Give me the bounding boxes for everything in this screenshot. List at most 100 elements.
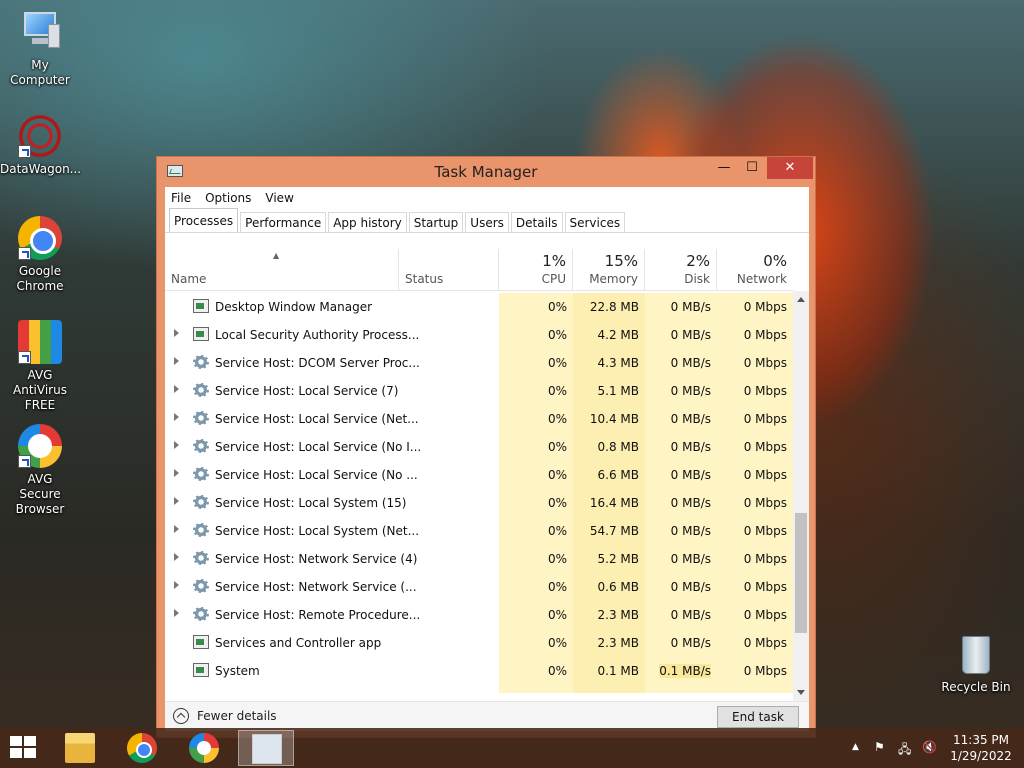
process-disk: 0 MB/s (670, 580, 711, 594)
gear-icon (193, 607, 209, 621)
expand-chevron-icon[interactable] (174, 385, 179, 393)
expand-chevron-icon[interactable] (174, 581, 179, 589)
process-network: 0 Mbps (743, 468, 787, 482)
process-memory: 0.1 MB (597, 664, 639, 678)
fewer-details-button[interactable]: Fewer details (173, 708, 277, 724)
table-row[interactable]: Service Host: Local Service (7) 0% 5.1 MB 0… (165, 377, 793, 405)
table-row[interactable]: Local Security Authority Process... 0% 4.2… (165, 321, 793, 349)
process-network: 0 Mbps (743, 496, 787, 510)
process-memory: 4.2 MB (597, 328, 639, 342)
column-memory[interactable]: 15% Memory (573, 249, 645, 291)
maximize-button[interactable]: ☐ (737, 157, 767, 179)
desktop-icon-my-computer[interactable]: My Computer (0, 10, 80, 88)
expand-chevron-icon[interactable] (174, 525, 179, 533)
table-row[interactable]: Service Host: Remote Procedure... 0% 2.3 M… (165, 601, 793, 629)
table-row[interactable]: Service Host: Local Service (No I... 0% 0.… (165, 433, 793, 461)
process-network: 0 Mbps (743, 412, 787, 426)
taskbar-file-explorer[interactable] (52, 730, 108, 766)
process-network: 0 Mbps (743, 664, 787, 678)
desktop-icon-datawagon[interactable]: DataWagon... (0, 114, 81, 177)
action-center-flag-icon[interactable]: ⚑ (874, 740, 885, 754)
desktop-icon-avg-secure-browser[interactable]: AVG Secure Browser (0, 424, 80, 517)
tab-services[interactable]: Services (564, 212, 626, 232)
column-name[interactable]: ▲ Name (165, 249, 399, 291)
table-row[interactable]: Service Host: Local System (15) 0% 16.4 MB… (165, 489, 793, 517)
minimize-button[interactable]: — (709, 157, 739, 179)
folder-icon (65, 733, 95, 763)
expand-chevron-icon[interactable] (174, 497, 179, 505)
scroll-down-icon[interactable] (797, 690, 805, 695)
expand-chevron-icon[interactable] (174, 609, 179, 617)
table-row[interactable]: Service Host: DCOM Server Proc... 0% 4.3 M… (165, 349, 793, 377)
expand-chevron-icon[interactable] (174, 469, 179, 477)
process-name: Service Host: DCOM Server Proc... (215, 356, 420, 370)
window-icon (193, 635, 209, 649)
process-name: Desktop Window Manager (215, 300, 373, 314)
close-button[interactable]: ✕ (767, 157, 813, 179)
column-disk[interactable]: 2% Disk (645, 249, 717, 291)
menu-view[interactable]: View (265, 187, 301, 209)
taskbar-task-manager[interactable] (238, 730, 294, 766)
start-button[interactable] (10, 736, 38, 760)
scroll-up-icon[interactable] (797, 297, 805, 302)
title-bar[interactable]: Task Manager — ☐ ✕ (157, 157, 815, 187)
tab-startup[interactable]: Startup (408, 212, 464, 232)
table-row[interactable]: Service Host: Local Service (No ... 0% 6.6… (165, 461, 793, 489)
memory-total: 15% (604, 252, 638, 270)
task-manager-icon (252, 734, 282, 764)
column-status[interactable]: Status (399, 249, 499, 291)
table-row[interactable]: Service Host: Local Service (Net... 0% 10.… (165, 405, 793, 433)
task-manager-window: Task Manager — ☐ ✕ File Options View Pro… (156, 156, 816, 738)
network-icon[interactable]: 🖧 (898, 740, 911, 761)
scroll-thumb[interactable] (795, 513, 807, 633)
table-row[interactable]: Services and Controller app 0% 2.3 MB 0 MB/… (165, 629, 793, 657)
expand-chevron-icon[interactable] (174, 329, 179, 337)
window-icon (193, 663, 209, 677)
expand-chevron-icon[interactable] (174, 553, 179, 561)
table-row[interactable]: System 0% 0.1 MB 0.1 MB/s 0 Mbps (165, 657, 793, 685)
gear-icon (193, 439, 209, 453)
process-disk: 0 MB/s (670, 496, 711, 510)
window-client: File Options View Processes Performance … (165, 187, 809, 731)
table-row[interactable]: Desktop Window Manager 0% 22.8 MB 0 MB/s 0 M… (165, 293, 793, 321)
column-network[interactable]: 0% Network (717, 249, 793, 291)
desktop-icon-label: Recycle Bin (941, 680, 1011, 694)
tab-users[interactable]: Users (465, 212, 509, 232)
process-network: 0 Mbps (743, 440, 787, 454)
expand-chevron-icon[interactable] (174, 357, 179, 365)
volume-muted-icon[interactable]: 🔇 (922, 740, 937, 754)
tab-processes[interactable]: Processes (169, 208, 239, 232)
tray-overflow-arrow[interactable]: ▲ (852, 742, 859, 752)
desktop-icon-google-chrome[interactable]: Google Chrome (0, 216, 80, 294)
process-cpu: 0% (547, 328, 567, 342)
process-disk: 0 MB/s (670, 440, 711, 454)
avg-browser-icon (189, 733, 219, 763)
process-cpu: 0% (547, 356, 567, 370)
process-name: Service Host: Local Service (No I... (215, 440, 422, 454)
table-row[interactable]: Service Host: Local System (Net... 0% 54.7… (165, 517, 793, 545)
system-clock[interactable]: 11:35 PM 1/29/2022 (948, 732, 1014, 764)
tab-app-history[interactable]: App history (328, 212, 407, 232)
vertical-scrollbar[interactable] (793, 291, 809, 701)
table-row[interactable]: Service Host: Network Service (... 0% 0.6 … (165, 573, 793, 601)
process-cpu: 0% (547, 552, 567, 566)
process-cpu: 0% (547, 524, 567, 538)
menu-file[interactable]: File (171, 187, 199, 209)
tab-details[interactable]: Details (510, 212, 563, 232)
menu-options[interactable]: Options (205, 187, 259, 209)
taskbar-chrome[interactable] (114, 730, 170, 766)
expand-chevron-icon[interactable] (174, 413, 179, 421)
desktop-icon-recycle-bin[interactable]: Recycle Bin (936, 632, 1016, 695)
desktop-icon-avg-antivirus[interactable]: AVG AntiVirus FREE (0, 320, 80, 413)
column-memory-label: Memory (589, 272, 638, 286)
taskbar-avg-browser[interactable] (176, 730, 232, 766)
process-memory: 0.8 MB (597, 440, 639, 454)
column-cpu[interactable]: 1% CPU (499, 249, 573, 291)
tab-performance[interactable]: Performance (240, 212, 327, 232)
expand-chevron-icon[interactable] (174, 441, 179, 449)
process-disk: 0.1 MB/s (659, 664, 711, 678)
table-row[interactable]: Service Host: Network Service (4) 0% 5.2 M… (165, 545, 793, 573)
fewer-details-label: Fewer details (197, 709, 277, 723)
end-task-button[interactable]: End task (717, 706, 799, 728)
process-disk: 0 MB/s (670, 328, 711, 342)
